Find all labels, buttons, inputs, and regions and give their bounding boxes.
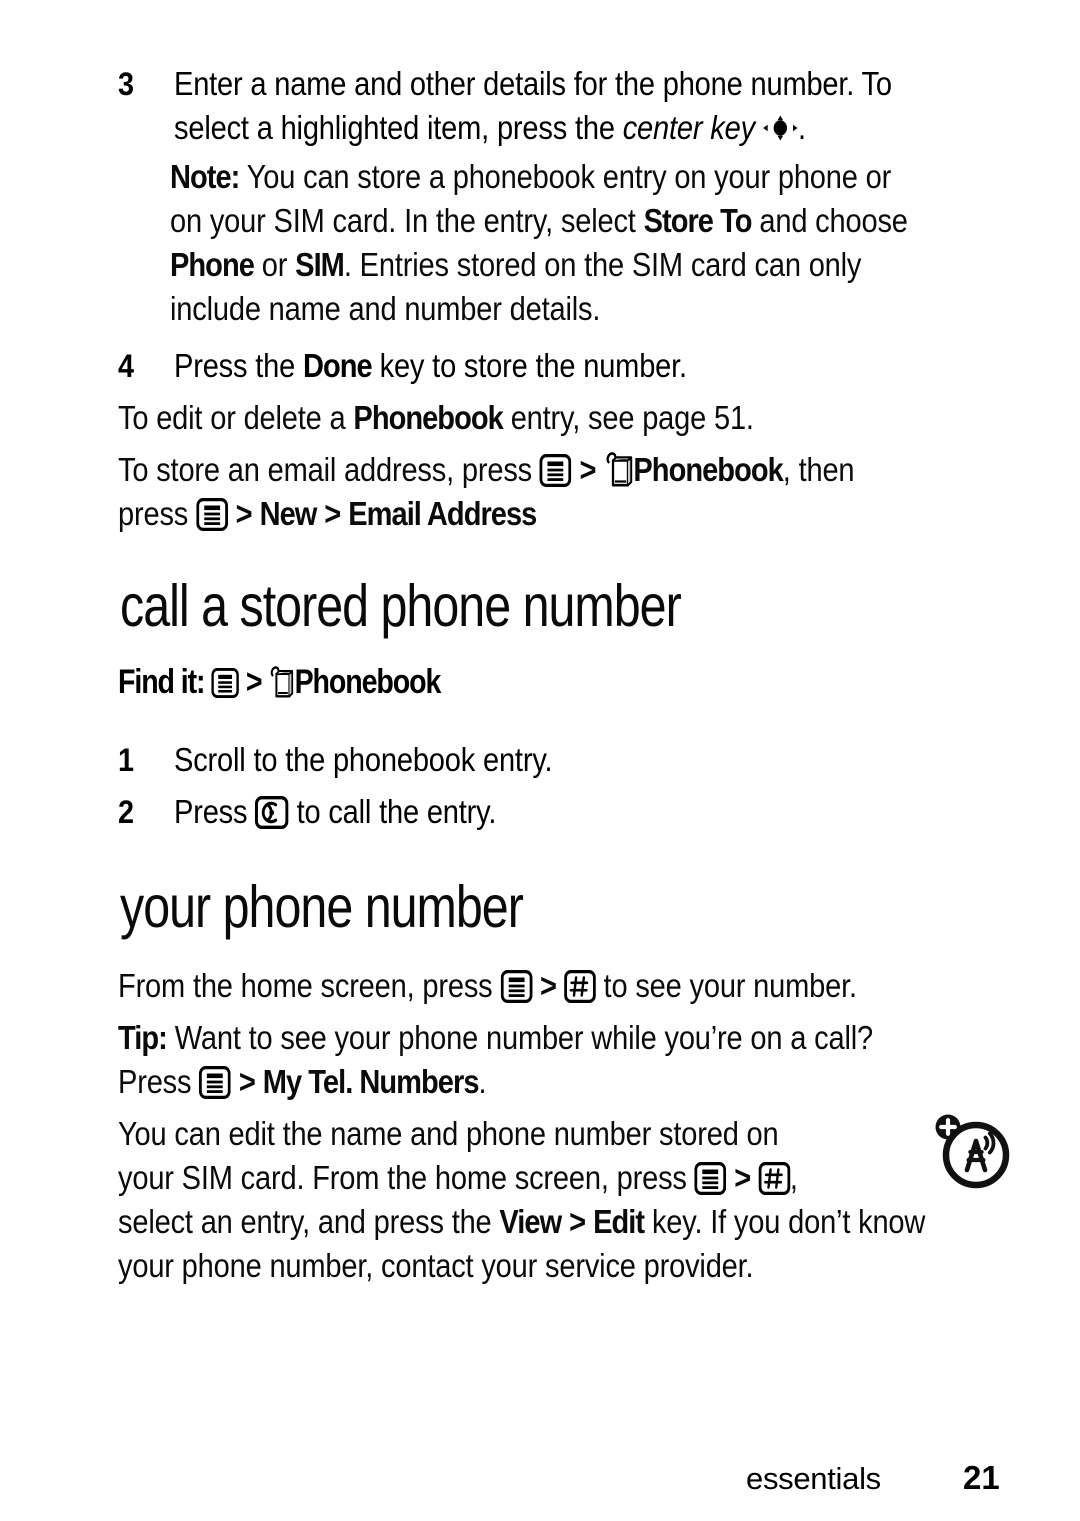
list-item-text: Press the Done key to store the number. [174, 344, 1063, 388]
footer-page-number: 21 [963, 1459, 1000, 1496]
find-it-target: Phonebook [294, 663, 442, 701]
phonebook-term: Phonebook [353, 399, 503, 436]
list-item-text: Scroll to the phonebook entry. [174, 741, 553, 778]
edit-term: Edit [593, 1203, 645, 1240]
list-item-number: 3 [118, 66, 134, 102]
note-line3-a: or [253, 246, 296, 283]
menu-key-icon [539, 454, 572, 487]
section-heading-call-stored: call a stored phone number [120, 573, 682, 639]
sim-line3-a: select an entry, and press the [118, 1203, 500, 1240]
view-term: View [499, 1203, 562, 1240]
step3-line1: Enter a name and other details for the p… [174, 65, 892, 102]
menu-separator: > [579, 451, 597, 488]
step4-after: key to store the number. [371, 347, 688, 384]
section-heading-your-number: your phone number [120, 874, 524, 940]
find-it-line: Find it: > Phonebook [118, 662, 442, 702]
menu-separator: > [734, 1159, 751, 1196]
menu-key-icon [211, 668, 239, 698]
menu-separator: > [324, 495, 341, 532]
email-line2-a: press [118, 495, 197, 532]
list-item-number: 2 [118, 794, 134, 830]
edit-delete-b: entry, see page 51. [502, 399, 754, 436]
note-line1: You can store a phonebook entry on your … [239, 158, 892, 195]
menu-separator: > [245, 663, 263, 701]
list-item-text: Enter a name and other details for the p… [174, 62, 1063, 150]
menu-separator: > [235, 495, 253, 532]
center-key-icon [763, 115, 798, 141]
edit-delete-paragraph: To edit or delete a Phonebook entry, see… [118, 396, 1024, 440]
sim-line2-b: , [789, 1159, 798, 1196]
footer-section-label: essentials [746, 1461, 881, 1496]
menu-key-icon [196, 498, 228, 531]
note-line2-a: on your SIM card. In the entry, select [170, 202, 644, 239]
list-item-text: Press to call the entry. [174, 790, 1063, 834]
tip-line2-b: . [478, 1063, 487, 1100]
menu-key-icon [694, 1162, 727, 1195]
phonebook-icon [269, 666, 295, 699]
done-key-term: Done [302, 347, 373, 384]
phonebook-icon [603, 452, 633, 488]
menu-key-icon [500, 970, 533, 1003]
tip-line2-a: Press [118, 1063, 200, 1100]
hash-key-icon [563, 970, 596, 1003]
note-line2-b: and choose [751, 202, 908, 239]
email-address-menu-term: Email Address [348, 495, 537, 532]
phonebook-menu-term: Phonebook [633, 451, 783, 488]
network-tower-badge-icon [930, 1108, 1014, 1192]
menu-separator: > [540, 967, 557, 1004]
note-label: Note: [170, 158, 240, 195]
note-line3-b: . Entries stored on the SIM card can onl… [343, 246, 862, 283]
my-tel-numbers-term: My Tel. Numbers [262, 1063, 480, 1100]
email-line1-b: , then [782, 451, 855, 488]
hash-key-icon [758, 1162, 790, 1195]
email-line1-a: To store an email address, press [118, 451, 540, 488]
email-address-paragraph: To store an email address, press > Phone… [118, 448, 1051, 536]
sim-line4: your phone number, contact your service … [118, 1247, 754, 1284]
menu-key-icon [199, 1066, 231, 1099]
manual-page: 3 Enter a name and other details for the… [0, 0, 1080, 1521]
tip-line1: Want to see your phone number while you’… [166, 1019, 873, 1056]
menu-separator: > [238, 1063, 256, 1100]
sim-line1: You can edit the name and phone number s… [118, 1115, 779, 1152]
step3-trailing: . [798, 109, 806, 146]
your-number-intro: From the home screen, press > to see you… [118, 964, 1051, 1008]
sim-edit-paragraph: You can edit the name and phone number s… [118, 1112, 998, 1288]
store-to-term: Store To [643, 202, 753, 239]
send-key-icon [255, 796, 289, 829]
note-line4: include name and number details. [170, 290, 601, 327]
step2-before: Press [174, 793, 256, 830]
menu-separator: > [569, 1203, 586, 1240]
new-menu-term: New [259, 495, 318, 532]
intro-b: to see your number. [595, 967, 858, 1004]
list-item-number: 4 [118, 348, 134, 384]
sim-term: SIM [295, 246, 345, 283]
phone-term: Phone [170, 246, 255, 283]
sim-line2-a: your SIM card. From the home screen, pre… [118, 1159, 695, 1196]
step3-line2: select a highlighted item, press the [174, 109, 623, 146]
step2-after: to call the entry. [288, 793, 497, 830]
step4-before: Press the [174, 347, 303, 384]
sim-line3-b: key. If you don’t know [644, 1203, 926, 1240]
intro-a: From the home screen, press [118, 967, 501, 1004]
note-paragraph: Note: You can store a phonebook entry on… [170, 155, 1076, 331]
tip-label: Tip: [118, 1019, 168, 1056]
list-item-number: 1 [118, 742, 134, 778]
find-it-label: Find it: [118, 663, 206, 701]
tip-paragraph: Tip: Want to see your phone number while… [118, 1016, 1051, 1104]
center-key-term: center key [622, 109, 755, 146]
edit-delete-a: To edit or delete a [118, 399, 354, 436]
